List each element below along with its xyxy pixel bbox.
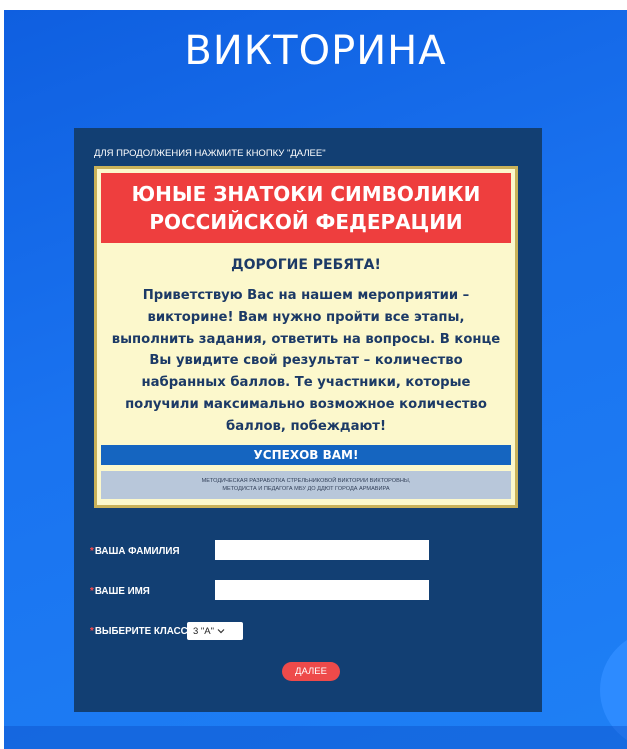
class-label: *ВЫБЕРИТЕ КЛАСС [90,626,188,637]
form-hint: ДЛЯ ПРОДОЛЖЕНИЯ НАЖМИТЕ КНОПКУ "ДАЛЕЕ" [94,148,326,159]
next-button[interactable]: ДАЛЕЕ [282,662,340,681]
chevron-down-icon [217,627,225,636]
card-header-line: ЮНЫЕ ЗНАТОКИ СИМВОЛИКИ [131,182,481,206]
surname-label-text: ВАША ФАМИЛИЯ [94,546,180,557]
card-success-banner: УСПЕХОВ ВАМ! [101,445,511,465]
quiz-form-panel: ДЛЯ ПРОДОЛЖЕНИЯ НАЖМИТЕ КНОПКУ "ДАЛЕЕ" Ю… [74,128,542,712]
card-credit-line: МЕТОДИЧЕСКАЯ РАЗРАБОТКА СТРЕЛЬНИКОВОЙ ВИ… [201,478,411,484]
card-body-text: Приветствую Вас на нашем мероприятии – в… [111,288,501,434]
card-greeting: ДОРОГИЕ РЕБЯТА! [231,257,381,273]
card-credit: МЕТОДИЧЕСКАЯ РАЗРАБОТКА СТРЕЛЬНИКОВОЙ ВИ… [101,471,511,499]
class-label-text: ВЫБЕРИТЕ КЛАСС [94,626,188,637]
quiz-page: ВИКТОРИНА ДЛЯ ПРОДОЛЖЕНИЯ НАЖМИТЕ КНОПКУ… [4,10,627,749]
intro-card: ЮНЫЕ ЗНАТОКИ СИМВОЛИКИ РОССИЙСКОЙ ФЕДЕРА… [94,166,518,508]
background-decoration [4,726,627,749]
card-header: ЮНЫЕ ЗНАТОКИ СИМВОЛИКИ РОССИЙСКОЙ ФЕДЕРА… [101,173,511,243]
name-label-text: ВАШЕ ИМЯ [94,586,150,597]
card-credit-line: МЕТОДИСТА И ПЕДАГОГА МБУ ДО ДДЮТ ГОРОДА … [222,486,390,492]
card-header-line: РОССИЙСКОЙ ФЕДЕРАЦИИ [149,210,463,234]
required-marker: * [90,546,94,557]
surname-input[interactable] [215,540,429,560]
class-select[interactable]: 3 "А" [187,622,243,640]
required-marker: * [90,626,94,637]
surname-label: *ВАША ФАМИЛИЯ [90,546,179,557]
name-label: *ВАШЕ ИМЯ [90,586,150,597]
required-marker: * [90,586,94,597]
page-title: ВИКТОРИНА [184,28,447,74]
class-select-value: 3 "А" [193,625,215,637]
name-input[interactable] [215,580,429,600]
